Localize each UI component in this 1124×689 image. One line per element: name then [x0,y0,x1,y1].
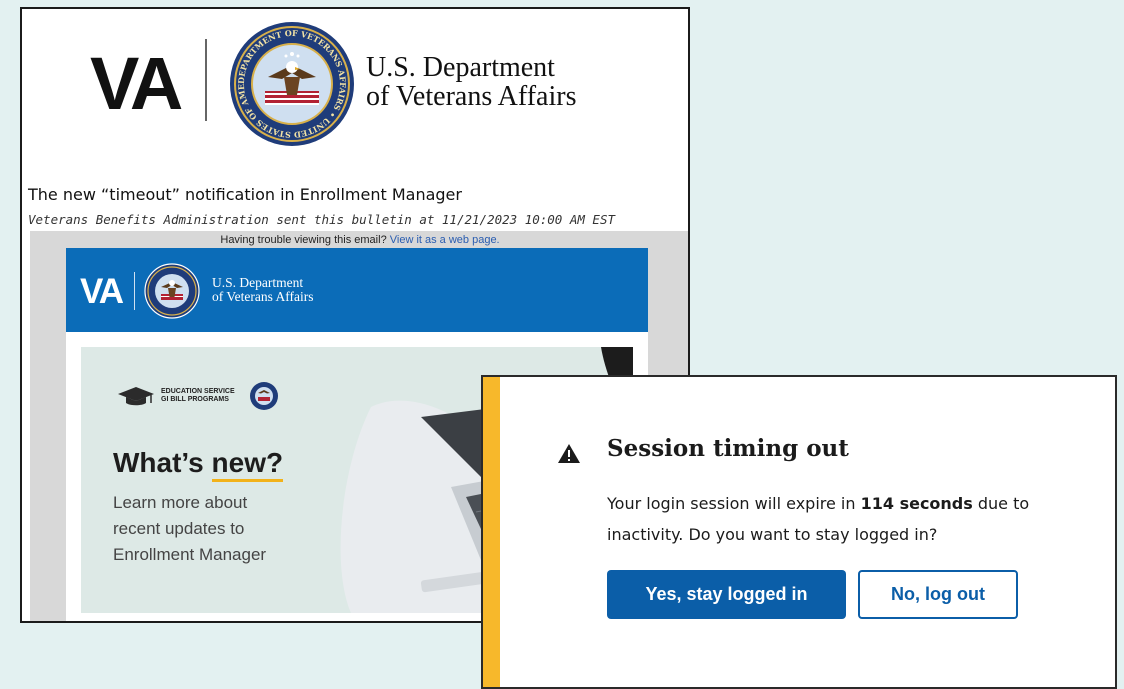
log-out-button[interactable]: No, log out [858,570,1018,619]
va-logo-text: VA [90,42,183,125]
banner-logo-divider [134,272,135,310]
email-header: VA DEPARTMENT OF VETERANS AFFAIRS • UNIT… [22,9,688,179]
department-line-1: U.S. Department [366,52,555,83]
trouble-text: Having trouble viewing this email? [220,234,387,246]
view-web-page-link[interactable]: View it as a web page. [390,234,500,246]
banner-department-name: U.S. Department of Veterans Affairs [212,276,313,304]
logo-divider [205,39,207,121]
trouble-viewing-line: Having trouble viewing this email? View … [30,234,688,246]
education-service-logo: EDUCATION SERVICE GI BILL PROGRAMS [117,381,279,411]
modal-title: Session timing out [607,435,849,462]
whats-new-headline: What’s new? [113,447,284,482]
warning-triangle-icon [558,444,580,463]
modal-message: Your login session will expire in 114 se… [607,488,1077,550]
department-name: U.S. Department of Veterans Affairs [366,53,576,111]
department-line-2: of Veterans Affairs [366,81,577,112]
whats-new-prefix: What’s [113,447,212,478]
email-subject: The new “timeout” notification in Enroll… [28,185,462,204]
promo-body-line-3: Enrollment Manager [113,545,267,564]
modal-message-start: Your login session will expire in [607,494,861,513]
banner-va-logo: VA [80,272,124,311]
whats-new-emphasis: new? [211,447,284,482]
session-timeout-modal: Session timing out Your login session wi… [481,375,1117,689]
graduation-cap-icon [118,387,154,406]
education-service-text: EDUCATION SERVICE GI BILL PROGRAMS [161,388,235,404]
stay-logged-in-button[interactable]: Yes, stay logged in [607,570,846,619]
email-sender-line: Veterans Benefits Administration sent th… [28,212,615,227]
promo-body-line-1: Learn more about [113,493,248,512]
warning-stripe [483,377,500,687]
promo-body-line-2: recent updates to [113,519,245,538]
banner-department-line-2: of Veterans Affairs [212,289,314,304]
va-seal-icon [144,263,200,319]
va-seal-icon: DEPARTMENT OF VETERANS AFFAIRS • UNITED … [229,21,354,146]
va-seal-icon [249,382,278,410]
banner-department-line-1: U.S. Department [212,275,304,290]
education-service-line-1: EDUCATION SERVICE [161,388,235,395]
promo-body-text: Learn more about recent updates to Enrol… [113,490,313,568]
education-service-line-2: GI BILL PROGRAMS [161,396,229,403]
va-banner: VA U.S. Department of Veterans Affairs [66,248,648,332]
countdown-seconds: 114 seconds [860,494,973,513]
